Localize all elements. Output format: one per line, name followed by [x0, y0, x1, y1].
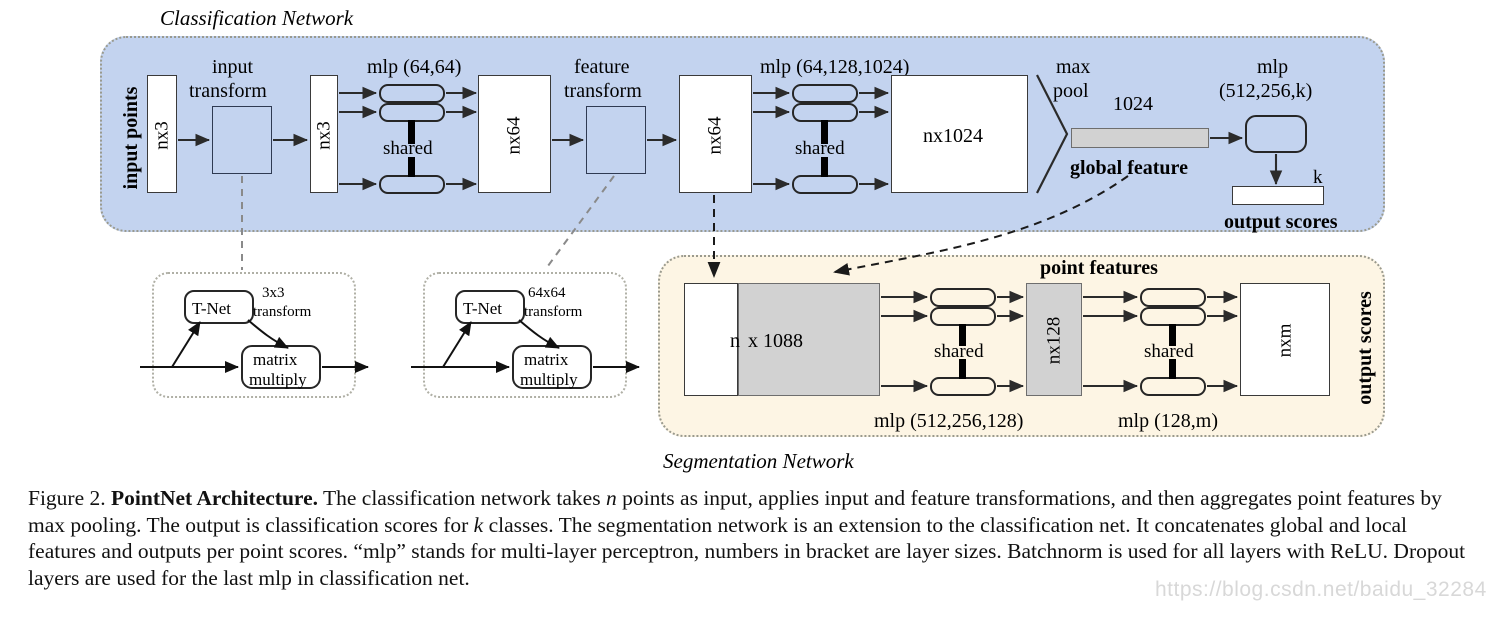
- caption-figure-number: Figure 2.: [28, 486, 106, 510]
- tnet-3x3-transform-label-line2: transform: [253, 304, 312, 320]
- k-dim-label: k: [1313, 167, 1323, 188]
- global-feature-label: global feature: [1070, 157, 1188, 179]
- segmentation-output-scores-label: output scores: [1354, 291, 1376, 405]
- seg-mlp-1-shared-label: shared: [934, 341, 984, 362]
- seg-mlp-128-m-label: mlp (128,m): [1118, 410, 1218, 432]
- seg-mlp-2-pill-1: [1140, 288, 1206, 307]
- global-feature-bar: [1071, 128, 1209, 148]
- tnet-64x64-tnet-label: T-Net: [463, 299, 503, 318]
- classification-network-title: Classification Network: [160, 6, 354, 30]
- input-points-label: input points: [120, 86, 142, 190]
- seg-mlp-2-shared-bar-bottom: [1169, 359, 1176, 379]
- input-transform-box: [212, 106, 272, 174]
- mlp-last-label-line2: (512,256,k): [1219, 80, 1313, 102]
- mlp-64-128-1024-pill-3: [792, 175, 858, 194]
- caption-title: PointNet Architecture.: [111, 486, 318, 510]
- segmentation-network-title: Segmentation Network: [663, 449, 854, 473]
- mlp-last-pill: [1245, 115, 1307, 153]
- tnet-64x64-matrix-label-line1: matrix: [524, 350, 569, 369]
- watermark-text: https://blog.csdn.net/baidu_32284829: [1155, 578, 1487, 601]
- point-features-label: point features: [1040, 257, 1158, 279]
- block-nx64-a-label: nx64: [503, 116, 525, 155]
- seg-mlp-512-256-128-label: mlp (512,256,128): [874, 410, 1024, 432]
- input-transform-label-line1: input: [212, 56, 254, 78]
- input-transform-label-line2: transform: [189, 80, 267, 102]
- tnet-3x3-matrix-label-line2: multiply: [249, 370, 307, 389]
- max-pool-label-line2: pool: [1053, 80, 1089, 102]
- feature-transform-label-line1: feature: [574, 56, 630, 78]
- block-nxm-label: nxm: [1274, 323, 1296, 358]
- mlp-64-64-label: mlp (64,64): [367, 56, 462, 78]
- caption-k-symbol: k: [473, 512, 484, 537]
- mlp-64-128-1024-shared-label: shared: [795, 138, 845, 159]
- mlp-64-64-pill-1: [379, 84, 445, 103]
- seg-mlp-2-pill-3: [1140, 377, 1206, 396]
- block-after-transform-nx3-label: nx3: [313, 121, 335, 150]
- global-feature-dim-label: 1024: [1113, 93, 1153, 115]
- block-nx128-label: nx128: [1043, 316, 1065, 365]
- tnet-3x3-matrix-label-line1: matrix: [253, 350, 298, 369]
- tnet-64x64-transform-label-line1: 64x64: [528, 285, 566, 301]
- max-pool-label-line1: max: [1056, 56, 1091, 78]
- tnet-64x64-matrix-label-line2: multiply: [520, 370, 578, 389]
- mlp-64-64-pill-3: [379, 175, 445, 194]
- tnet-3x3-transform-label-line1: 3x3: [262, 285, 285, 301]
- seg-mlp-1-pill-1: [930, 288, 996, 307]
- mlp-64-64-shared-bar-bottom: [408, 157, 415, 177]
- mlp-64-128-1024-label: mlp (64,128,1024): [760, 56, 910, 78]
- mlp-64-128-1024-shared-bar-bottom: [821, 157, 828, 177]
- mlp-last-label-line1: mlp: [1257, 56, 1289, 78]
- block-input-nx3-label: nx3: [151, 121, 173, 150]
- block-nx1024-label: nx1024: [923, 125, 983, 147]
- mlp-64-64-shared-label: shared: [383, 138, 433, 159]
- mlp-64-128-1024-pill-1: [792, 84, 858, 103]
- block-nx64-b-label: nx64: [704, 116, 726, 155]
- figure-root: Classification Network Segmentation Netw…: [0, 0, 1487, 620]
- figure-caption: Figure 2. PointNet Architecture. The cla…: [28, 485, 1468, 591]
- feature-transform-box: [586, 106, 646, 174]
- caption-n-symbol: n: [605, 486, 617, 510]
- concat-n-label: n: [730, 330, 740, 352]
- tnet-3x3-tnet-label: T-Net: [192, 299, 232, 318]
- tnet-64x64-transform-label-line2: transform: [524, 304, 583, 320]
- classification-output-scores-bar: [1232, 186, 1324, 205]
- caption-part-1: The classification network takes: [318, 486, 606, 510]
- seg-mlp-1-shared-bar-bottom: [959, 359, 966, 379]
- classification-output-scores-label: output scores: [1224, 211, 1338, 233]
- concat-dim-label: x 1088: [748, 330, 803, 352]
- seg-mlp-2-shared-label: shared: [1144, 341, 1194, 362]
- feature-transform-label-line2: transform: [564, 80, 642, 102]
- seg-mlp-1-pill-3: [930, 377, 996, 396]
